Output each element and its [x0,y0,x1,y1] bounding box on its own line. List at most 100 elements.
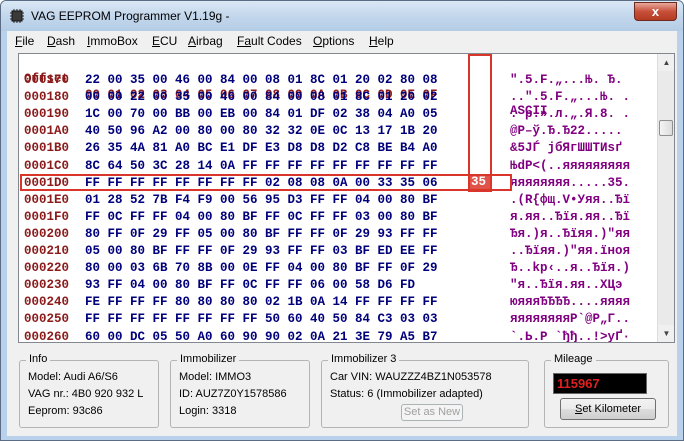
immo-model: Model: IMMO3 [179,371,252,383]
hex-row[interactable]: 000200 80 FF 0F 29 FF 05 00 80 BF FF FF 0… [19,226,659,242]
row-address: 0001C0 [24,158,70,173]
menu-immobox[interactable]: ImmoBox [87,34,138,48]
hex-row[interactable]: 000220 80 00 03 6B 70 8B 00 0E FF 04 00 8… [19,260,659,276]
scroll-up-arrow-icon[interactable]: ▲ [658,54,674,71]
scroll-thumb[interactable] [659,120,673,136]
hex-row[interactable]: 000240 FE FF FF FF 80 80 80 80 02 1B 0A 1… [19,294,659,310]
row-ascii[interactable]: ..".5.F.„...Њ. . [510,89,630,105]
hex-row[interactable]: 000250 FF FF FF FF FF FF FF FF 50 60 40 5… [19,311,659,327]
menu-fault-codes[interactable]: Fault Codes [237,34,302,48]
immo-login: Login: 3318 [179,405,237,417]
hex-row[interactable]: 000190 1C 00 70 00 BB 00 EB 00 84 01 DF 0… [19,106,659,122]
client-area: Offset 00 01 02 03 04 05 06 07 08 09 0A … [7,50,677,436]
menu-ecu[interactable]: ECU [152,34,177,48]
row-address: 000190 [24,107,70,122]
row-ascii[interactable]: . p.».л.„.Я.8. . [510,106,630,122]
row-address: 000260 [24,329,70,343]
row-ascii[interactable]: юяяяЂЂЂЂ....яяяя [510,294,630,310]
row-address: 000230 [24,278,70,293]
row-hex-bytes[interactable]: FE FF FF FF 80 80 80 80 02 1B 0A 14 FF F… [85,294,438,310]
row-ascii[interactable]: ..Ђїяя.)"яя.їноя [510,243,630,259]
row-address: 000250 [24,312,70,327]
row-ascii[interactable]: я.яя..Ђїя.яя..Ђї [510,209,630,225]
hex-row[interactable]: 000230 93 FF 04 00 80 BF FF 0C FF FF 06 0… [19,277,659,293]
row-hex-bytes[interactable]: 80 FF 0F 29 FF 05 00 80 BF FF FF 0F 29 9… [85,226,438,242]
row-hex-bytes[interactable]: 40 50 96 A2 00 80 00 80 32 32 0E 0C 13 1… [85,123,438,139]
row-hex-bytes[interactable]: 1C 00 70 00 BB 00 EB 00 84 01 DF 02 38 0… [85,106,438,122]
row-hex-bytes[interactable]: 05 00 80 BF FF FF 0F 29 93 FF FF 03 BF E… [85,243,438,259]
row-hex-bytes[interactable]: 00 00 22 00 35 00 46 00 84 00 08 01 8C 0… [85,89,438,105]
row-hex-bytes[interactable]: 01 28 52 7B F4 F9 00 56 95 D3 FF FF 04 0… [85,192,438,208]
row-address: 000170 [24,73,70,87]
menu-airbag[interactable]: Airbag [188,34,223,48]
immobilizer-group: Immobilizer Model: IMMO3 ID: AUZ7Z0Y1578… [170,353,310,428]
row-ascii[interactable]: яяяяяяяяP`@P„Г.. [510,311,630,327]
info-model: Model: Audi A6/S6 [28,371,118,383]
menu-options[interactable]: Options [313,34,354,48]
close-button[interactable]: x [634,2,677,21]
hex-row[interactable]: 000210 05 00 80 BF FF FF 0F 29 93 FF FF 0… [19,243,659,259]
row-ascii[interactable]: `.Ь.P `ђђ..!>yҐ· [510,329,630,343]
row-hex-bytes[interactable]: 22 00 35 00 46 00 84 00 08 01 8C 01 20 0… [85,72,438,88]
mileage-display: 115967 [553,373,647,394]
row-ascii[interactable]: .(R{фщ.V•Уяя..Ђї [510,192,630,208]
hex-header: Offset 00 01 02 03 04 05 06 07 08 09 0A … [24,72,548,118]
info-group: Info Model: Audi A6/S6 VAG nr.: 4B0 920 … [19,353,159,428]
immobilizer3-group-title: Immobilizer 3 [328,353,400,365]
title-bar[interactable]: VAG EEPROM Programmer V1.19g - x [1,1,683,31]
hex-row[interactable]: 0001C0 8C 64 50 3C 28 14 0A FF FF FF FF F… [19,158,659,174]
row-ascii[interactable]: "я..Ђїя.яя..XЦэ [510,277,623,293]
mileage-group: Mileage 115967 Set Kilometer [544,353,669,428]
hex-row[interactable]: 000180 00 00 22 00 35 00 46 00 84 00 08 0… [19,89,659,105]
row-address: 000240 [24,295,70,310]
row-address: 000180 [24,90,70,105]
hex-row[interactable]: 000170 22 00 35 00 46 00 84 00 08 01 8C 0… [19,72,659,88]
row-hex-bytes[interactable]: FF 0C FF FF 04 00 80 BF FF 0C FF FF 03 0… [85,209,438,225]
row-ascii[interactable]: @P–ў.Ђ.Ђ22..... [510,123,630,139]
row-address: 000210 [24,244,70,258]
hex-row[interactable]: 0001A0 40 50 96 A2 00 80 00 80 32 32 0E 0… [19,123,659,139]
row-hex-bytes[interactable]: 26 35 4A 81 A0 BC E1 DF E3 D8 D8 D2 C8 B… [85,140,438,156]
row-ascii[interactable]: ".5.F.„...Њ. Ђ. [510,72,623,88]
info-eeprom: Eeprom: 93c86 [28,405,103,417]
row-ascii[interactable]: Ђ..kp‹..я..Ђїя.) [510,260,630,276]
row-hex-bytes[interactable]: 8C 64 50 3C 28 14 0A FF FF FF FF FF FF F… [85,158,438,174]
selected-byte-value[interactable]: 35 [471,175,486,189]
row-address: 0001B0 [24,141,70,156]
selected-column-frame [468,54,492,192]
immo-status: Status: 6 (Immobilizer adapted) [330,388,483,400]
chip-icon [10,9,24,23]
menu-bar: File Dash ImmoBox ECU Airbag Fault Codes… [7,31,677,50]
row-hex-bytes[interactable]: 60 00 DC 05 50 A0 60 90 90 02 0A 21 3E 7… [85,329,438,343]
vertical-scrollbar[interactable]: ▲ ▼ [657,54,674,342]
scroll-down-arrow-icon[interactable]: ▼ [658,325,674,342]
immobilizer-group-title: Immobilizer [177,353,240,365]
row-hex-bytes[interactable]: 80 00 03 6B 70 8B 00 0E FF 04 00 80 BF F… [85,260,438,276]
row-hex-bytes[interactable]: FF FF FF FF FF FF FF FF 50 60 40 50 84 C… [85,311,438,327]
hex-row[interactable]: 0001B0 26 35 4A 81 A0 BC E1 DF E3 D8 D8 D… [19,140,659,156]
menu-dash[interactable]: Dash [47,34,75,48]
hex-row[interactable]: 0001E0 01 28 52 7B F4 F9 00 56 95 D3 FF F… [19,192,659,208]
mileage-group-title: Mileage [551,353,596,365]
row-ascii[interactable]: &5JЃ јбЯгШШТИѕґ [510,140,630,156]
menu-help[interactable]: Help [369,34,394,48]
hex-row[interactable]: 000260 60 00 DC 05 50 A0 60 90 90 02 0A 2… [19,329,659,343]
set-kilometer-button[interactable]: Set Kilometer [560,398,656,420]
immobilizer3-group: Immobilizer 3 Car VIN: WAUZZZ4BZ1N053578… [321,353,529,428]
row-ascii[interactable]: Ђя.)я..Ђїяя.)"яя [510,226,630,242]
window-title: VAG EEPROM Programmer V1.19g - [31,9,230,23]
immo-id: ID: AUZ7Z0Y1578586 [179,388,287,400]
info-vag-nr: VAG nr.: 4B0 920 932 L [28,388,144,400]
hex-row[interactable]: 0001F0 FF 0C FF FF 04 00 80 BF FF 0C FF F… [19,209,659,225]
row-address: 0001F0 [24,209,70,224]
set-as-new-button[interactable]: Set as New [401,404,463,421]
hex-editor[interactable]: Offset 00 01 02 03 04 05 06 07 08 09 0A … [18,53,675,343]
row-address: 0001E0 [24,192,70,207]
row-ascii[interactable]: ЊdP<(..яяяяяяяяя [510,158,630,174]
car-vin: Car VIN: WAUZZZ4BZ1N053578 [330,371,492,383]
row-ascii[interactable]: яяяяяяяя.....35. [510,175,630,191]
menu-file[interactable]: File [15,34,34,48]
selected-row-frame [20,174,512,191]
row-address: 000220 [24,261,70,276]
row-hex-bytes[interactable]: 93 FF 04 00 80 BF FF 0C FF FF 06 00 58 D… [85,277,415,293]
